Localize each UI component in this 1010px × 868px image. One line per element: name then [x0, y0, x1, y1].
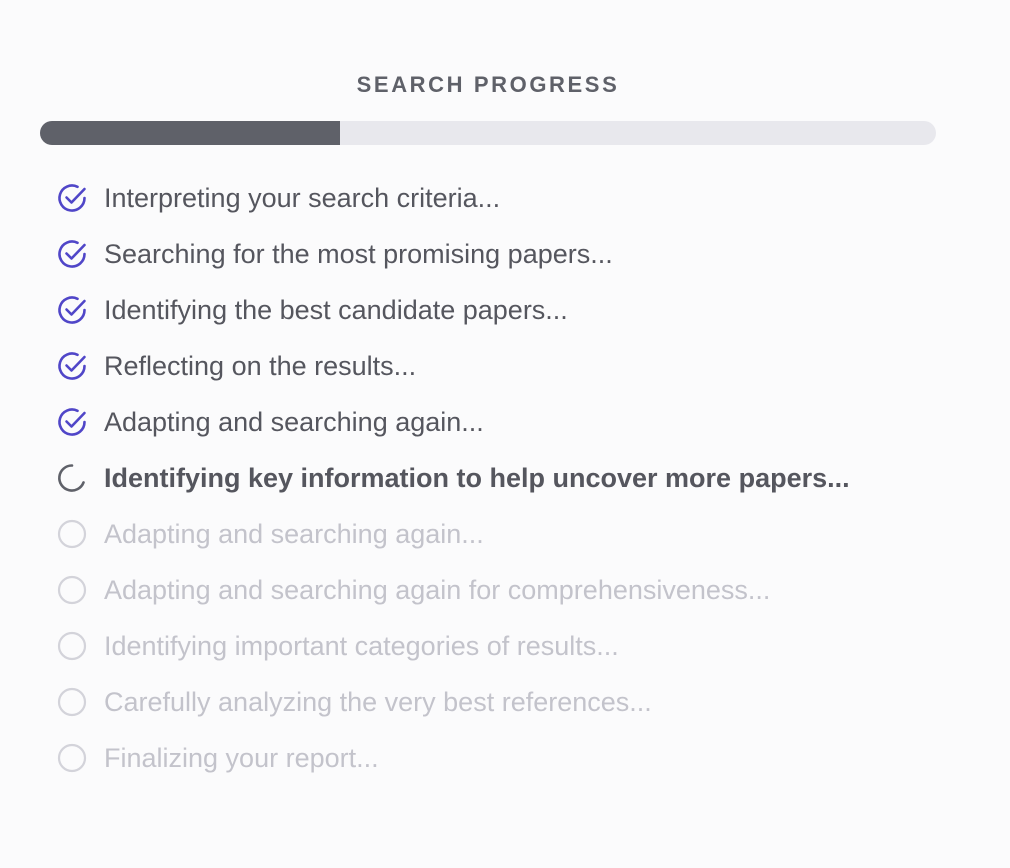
progress-step: Searching for the most promising papers.… [56, 226, 996, 282]
progress-step: Adapting and searching again... [56, 394, 996, 450]
progress-step-label: Reflecting on the results... [104, 350, 417, 381]
progress-step-label: Searching for the most promising papers.… [104, 238, 613, 269]
progress-step: Identifying the best candidate papers... [56, 282, 996, 338]
check-circle-icon [56, 406, 88, 438]
progress-step-label: Adapting and searching again... [104, 518, 484, 549]
progress-step-label: Finalizing your report... [104, 742, 379, 773]
progress-step-list: Interpreting your search criteria... Sear… [56, 170, 996, 786]
progress-step: Adapting and searching again... [56, 506, 996, 562]
search-progress-panel: SEARCH PROGRESS Interpreting your search… [0, 0, 1010, 868]
progress-step-label: Adapting and searching again for compreh… [104, 574, 771, 605]
check-circle-icon [56, 294, 88, 326]
check-circle-icon [56, 350, 88, 382]
empty-circle-icon [56, 742, 88, 774]
progress-step: Finalizing your report... [56, 730, 996, 786]
progress-step-label: Carefully analyzing the very best refere… [104, 686, 652, 717]
progress-step: Reflecting on the results... [56, 338, 996, 394]
progress-bar [40, 121, 936, 145]
progress-step: Identifying key information to help unco… [56, 450, 996, 506]
progress-step: Carefully analyzing the very best refere… [56, 674, 996, 730]
progress-title: SEARCH PROGRESS [356, 72, 620, 97]
progress-step-label: Identifying the best candidate papers... [104, 294, 568, 325]
empty-circle-icon [56, 686, 88, 718]
progress-step-label: Identifying key information to help unco… [104, 462, 850, 493]
empty-circle-icon [56, 574, 88, 606]
empty-circle-icon [56, 518, 88, 550]
check-circle-icon [56, 238, 88, 270]
progress-step-label: Interpreting your search criteria... [104, 182, 501, 213]
progress-step: Identifying important categories of resu… [56, 618, 996, 674]
progress-bar-fill [40, 121, 341, 145]
progress-step-label: Adapting and searching again... [104, 406, 484, 437]
check-circle-icon [56, 182, 88, 214]
progress-step: Interpreting your search criteria... [56, 170, 996, 226]
empty-circle-icon [56, 630, 88, 662]
progress-step: Adapting and searching again for compreh… [56, 562, 996, 618]
spinner-icon [56, 462, 88, 494]
progress-step-label: Identifying important categories of resu… [104, 630, 619, 661]
